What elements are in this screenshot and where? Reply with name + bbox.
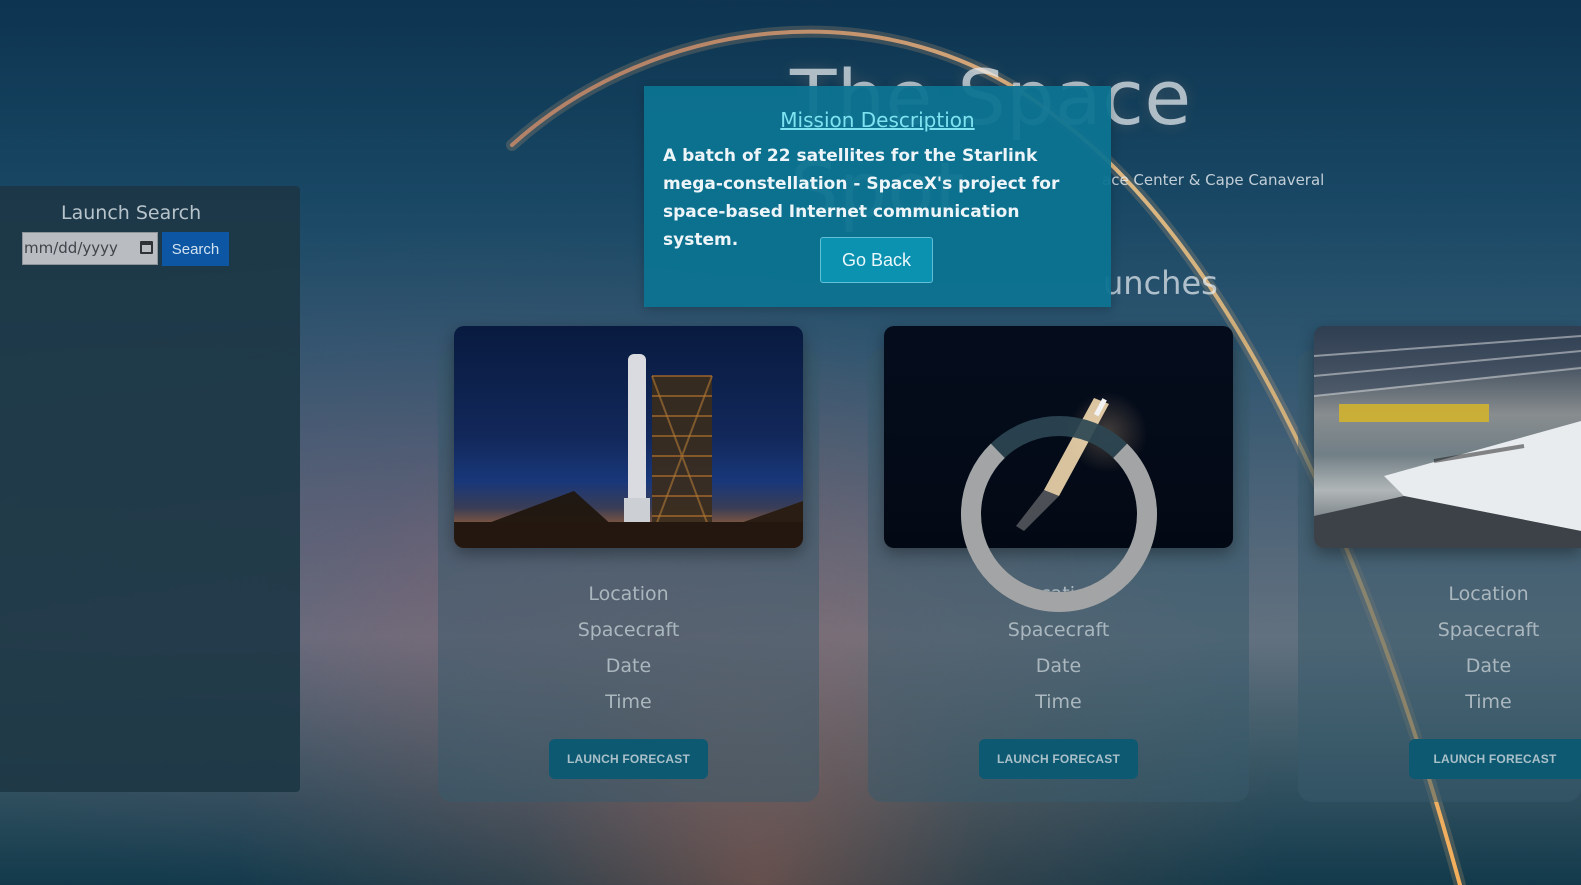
launch-forecast-button[interactable]: LAUNCH FORECAST <box>1409 739 1581 779</box>
launch-search-panel: Launch Search mm/dd/yyyy Search <box>0 186 300 792</box>
upcoming-launches-title: unches <box>1103 264 1218 302</box>
date-placeholder: mm/dd/yyyy <box>24 239 118 257</box>
calendar-icon[interactable] <box>140 241 153 254</box>
date-input[interactable]: mm/dd/yyyy <box>22 232 158 265</box>
launch-forecast-button[interactable]: LAUNCH FORECAST <box>549 739 708 779</box>
spacecraft-hangar-illustration <box>1314 326 1581 548</box>
launch-card-1: Location Spacecraft Date Time LAUNCH FOR… <box>438 326 819 802</box>
date-label: Date <box>1035 655 1082 677</box>
launch-forecast-button[interactable]: LAUNCH FORECAST <box>979 739 1138 779</box>
location-label: Location <box>588 583 669 605</box>
rocket-launchpad-image <box>454 326 803 548</box>
hero-subtitle: ace Center & Cape Canaveral <box>1102 171 1325 189</box>
time-label: Time <box>1035 691 1082 713</box>
card-fields: Location Spacecraft Date Time <box>438 576 819 720</box>
card-fields: Location Spacecraft Date Time <box>868 576 1249 720</box>
launch-card-2: Location Spacecraft Date Time LAUNCH FOR… <box>868 326 1249 802</box>
launch-card-3: Location Spacecraft Date Time LAUNCH FOR… <box>1298 326 1581 802</box>
date-label: Date <box>1465 655 1512 677</box>
mission-description-title[interactable]: Mission Description <box>644 108 1111 132</box>
mission-description-modal: Mission Description A batch of 22 satell… <box>644 86 1111 307</box>
search-button[interactable]: Search <box>162 232 229 266</box>
spacecraft-label: Spacecraft <box>577 619 680 641</box>
spacecraft-label: Spacecraft <box>1007 619 1110 641</box>
rocket-night-launch-illustration <box>1016 398 1109 531</box>
card-fields: Location Spacecraft Date Time <box>1298 576 1581 720</box>
date-label: Date <box>605 655 652 677</box>
rocket-launchpad-illustration <box>454 354 803 548</box>
launch-search-title: Launch Search <box>61 202 202 224</box>
time-label: Time <box>1465 691 1512 713</box>
time-label: Time <box>605 691 652 713</box>
location-label: Location <box>1448 583 1529 605</box>
rocket-night-launch-image <box>884 326 1233 548</box>
spacecraft-label: Spacecraft <box>1437 619 1540 641</box>
spacecraft-hangar-image <box>1314 326 1581 548</box>
go-back-button[interactable]: Go Back <box>820 237 933 283</box>
location-label: Location <box>1018 583 1099 605</box>
